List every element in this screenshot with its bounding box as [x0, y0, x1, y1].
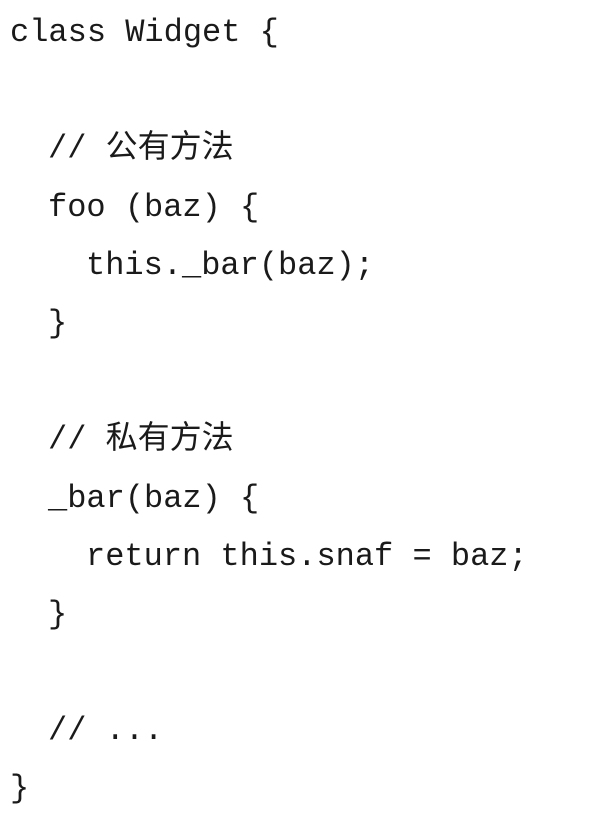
code-line-comment-ellipsis: // ... — [48, 712, 164, 750]
code-line-bar-method-signature: _bar(baz) { — [48, 479, 260, 517]
code-line-class-close: } — [10, 770, 30, 808]
code-line-bar-method-body: return this.snaf = baz; — [86, 537, 528, 575]
code-line-bar-method-close: } — [48, 595, 68, 633]
code-line-comment-private-method: // 私有方法 — [48, 421, 234, 459]
code-line-foo-method-close: } — [48, 304, 68, 342]
code-line-foo-method-signature: foo (baz) { — [48, 188, 260, 226]
code-line-foo-method-body: this._bar(baz); — [86, 246, 375, 284]
code-line-class-declaration: class Widget { — [10, 14, 279, 51]
code-line-comment-public-method: // 公有方法 — [48, 130, 234, 168]
code-block: class Widget { // 公有方法 foo (baz) { this._ba… — [10, 4, 528, 819]
